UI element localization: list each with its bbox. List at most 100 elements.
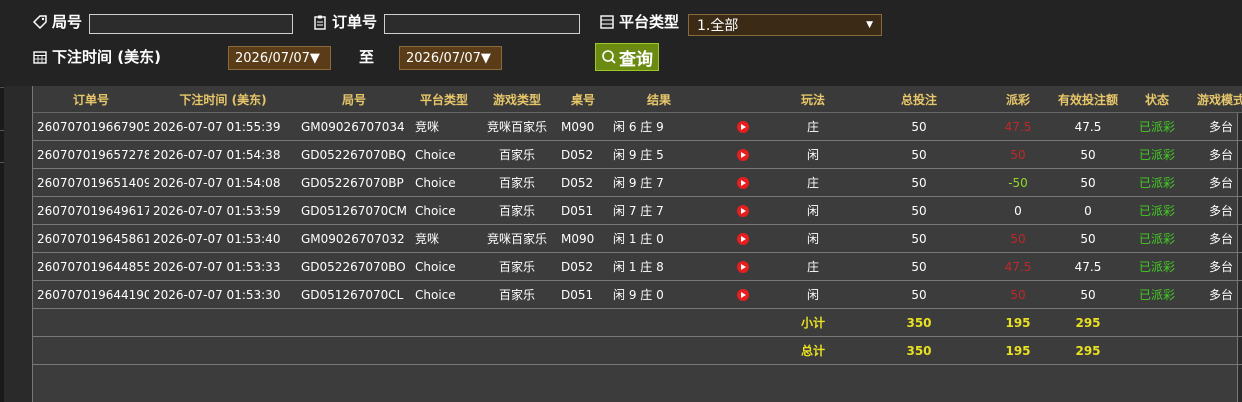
cell-platform: Choice (411, 168, 477, 197)
play-video-icon[interactable] (737, 261, 749, 273)
cell-mode: 多台 (1185, 224, 1242, 253)
cell-mode: 多台 (1185, 112, 1242, 141)
query-button[interactable]: 查询 (595, 43, 659, 71)
list-icon (600, 14, 614, 29)
cell-platform: Choice (411, 252, 477, 281)
cell-valid: 50 (1047, 224, 1129, 253)
cell-round: GM09026707032 (297, 224, 411, 253)
cell-play: 闲 (777, 140, 849, 169)
cell-order: 260707019657278 (33, 140, 149, 169)
total-row-bet: 350 (849, 336, 989, 365)
cell-status: 已派彩 (1129, 224, 1185, 253)
cell-time: 2026-07-07 01:54:08 (149, 168, 297, 197)
cell-bet: 50 (849, 252, 989, 281)
cell-play: 闲 (777, 280, 849, 309)
table-row[interactable]: 260707019644855 2026-07-07 01:53:33 GD0522… (33, 252, 1242, 281)
video-replay-cell (709, 112, 777, 141)
column-header: 下注时间 (美东) (149, 86, 297, 113)
cell-order: 260707019667905 (33, 112, 149, 141)
cell-bet: 50 (849, 280, 989, 309)
cell-game: 百家乐 (477, 140, 557, 169)
cell-bet: 50 (849, 112, 989, 141)
play-video-icon[interactable] (737, 289, 749, 301)
column-header: 桌号 (557, 86, 609, 113)
cell-valid: 47.5 (1047, 252, 1129, 281)
cell-status: 已派彩 (1129, 168, 1185, 197)
cell-play: 庄 (777, 168, 849, 197)
calendar-icon (33, 50, 47, 64)
play-video-icon[interactable] (737, 205, 749, 217)
cell-result: 闲 1 庄 0 (609, 224, 709, 253)
cell-game: 百家乐 (477, 280, 557, 309)
table-row[interactable]: 260707019649617 2026-07-07 01:53:59 GD0512… (33, 196, 1242, 225)
table-row[interactable]: 260707019644190 2026-07-07 01:53:30 GD0512… (33, 280, 1242, 309)
subtotal-row: 小计 350 195 295 (33, 308, 1242, 337)
cell-platform: 竞咪 (411, 224, 477, 253)
cell-result: 闲 9 庄 7 (609, 168, 709, 197)
subtotal-row-payout: 195 (989, 308, 1047, 337)
table-row[interactable]: 260707019667905 2026-07-07 01:55:39 GM0902… (33, 112, 1242, 141)
cell-round: GD052267070BO (297, 252, 411, 281)
cell-play: 闲 (777, 196, 849, 225)
cell-bet: 50 (849, 196, 989, 225)
cell-payout: 0 (989, 196, 1047, 225)
video-replay-cell (709, 252, 777, 281)
cell-valid: 50 (1047, 280, 1129, 309)
cell-mode: 多台 (1185, 168, 1242, 197)
column-header: 订单号 (33, 86, 149, 113)
video-replay-cell (709, 280, 777, 309)
tag-icon (32, 14, 47, 29)
total-row-valid: 295 (1047, 336, 1129, 365)
order-input[interactable] (384, 14, 580, 34)
cell-order: 260707019644855 (33, 252, 149, 281)
table-row[interactable]: 260707019645861 2026-07-07 01:53:40 GM0902… (33, 224, 1242, 253)
to-label: 至 (359, 48, 375, 66)
empty-cell (1129, 308, 1242, 337)
cell-play: 庄 (777, 252, 849, 281)
play-video-icon[interactable] (737, 233, 749, 245)
cell-round: GD052267070BP (297, 168, 411, 197)
cell-game: 百家乐 (477, 168, 557, 197)
search-icon (602, 50, 616, 64)
cell-status: 已派彩 (1129, 196, 1185, 225)
cell-game: 百家乐 (477, 252, 557, 281)
total-row-payout: 195 (989, 336, 1047, 365)
empty-cell (33, 336, 777, 365)
cell-table: M090 (557, 224, 609, 253)
cell-table: D051 (557, 280, 609, 309)
cell-time: 2026-07-07 01:54:38 (149, 140, 297, 169)
cell-result: 闲 6 庄 9 (609, 112, 709, 141)
play-video-icon[interactable] (737, 121, 749, 133)
cell-payout: 50 (989, 280, 1047, 309)
cell-time: 2026-07-07 01:53:40 (149, 224, 297, 253)
platform-select[interactable]: 1.全部 ▼ (688, 14, 882, 36)
round-input[interactable] (89, 14, 293, 34)
play-video-icon[interactable] (737, 177, 749, 189)
cell-game: 百家乐 (477, 196, 557, 225)
cell-time: 2026-07-07 01:53:30 (149, 280, 297, 309)
cell-time: 2026-07-07 01:55:39 (149, 112, 297, 141)
total-row: 总计 350 195 295 (33, 336, 1242, 365)
cell-payout: -50 (989, 168, 1047, 197)
cell-status: 已派彩 (1129, 280, 1185, 309)
cell-order: 260707019651409 (33, 168, 149, 197)
cell-play: 闲 (777, 224, 849, 253)
empty-cell (1129, 336, 1242, 365)
date-from-picker[interactable]: 2026/07/07▼ (228, 46, 331, 70)
caret-down-icon: ▼ (866, 20, 873, 30)
cell-result: 闲 9 庄 0 (609, 280, 709, 309)
cell-mode: 多台 (1185, 196, 1242, 225)
column-header: 结果 (609, 86, 709, 113)
subtotal-row-valid: 295 (1047, 308, 1129, 337)
column-header: 状态 (1129, 86, 1185, 113)
table-row[interactable]: 260707019651409 2026-07-07 01:54:08 GD0522… (33, 168, 1242, 197)
cell-platform: Choice (411, 280, 477, 309)
cell-mode: 多台 (1185, 280, 1242, 309)
table-row[interactable]: 260707019657278 2026-07-07 01:54:38 GD0522… (33, 140, 1242, 169)
cell-payout: 50 (989, 224, 1047, 253)
play-video-icon[interactable] (737, 149, 749, 161)
date-to-picker[interactable]: 2026/07/07▼ (399, 46, 502, 70)
column-header: 游戏类型 (477, 86, 557, 113)
column-header: 游戏模式 (1185, 86, 1242, 113)
cell-table: D052 (557, 168, 609, 197)
